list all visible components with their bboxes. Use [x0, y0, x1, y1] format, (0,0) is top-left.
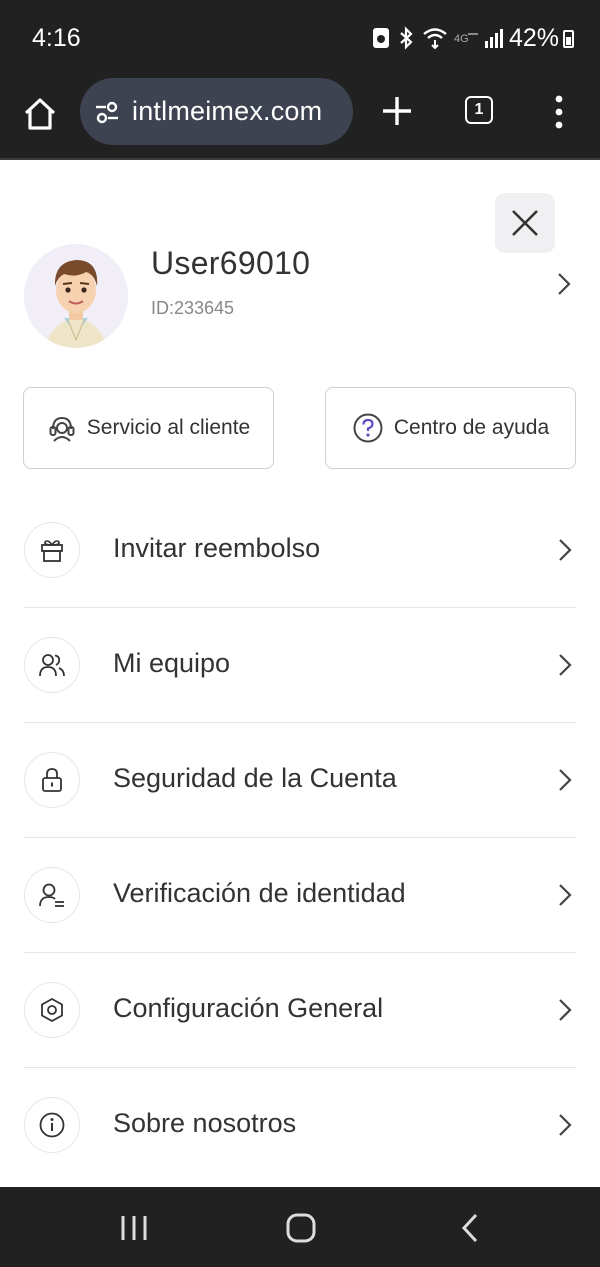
username: User69010 — [151, 245, 311, 281]
icon-circle — [24, 637, 80, 693]
icon-circle — [24, 752, 80, 808]
site-settings-icon[interactable] — [94, 99, 120, 125]
status-bar: 4:16 4G 42% — [0, 0, 600, 78]
headset-icon — [49, 416, 75, 442]
menu-item-label: Sobre nosotros — [113, 1108, 297, 1138]
signal-icon — [485, 29, 503, 48]
status-time: 4:16 — [32, 24, 81, 52]
customer-service-button[interactable]: Servicio al cliente — [23, 387, 274, 469]
chevron-right-icon — [559, 999, 572, 1021]
chevron-right-icon[interactable] — [553, 270, 575, 298]
menu-item-label: Configuración General — [113, 993, 384, 1023]
menu-item-invite-rebate[interactable]: Invitar reembolso — [0, 493, 600, 608]
new-tab-icon[interactable] — [380, 94, 414, 128]
sim-icon — [373, 28, 389, 48]
menu-item-account-security[interactable]: Seguridad de la Cuenta — [0, 723, 600, 838]
chevron-right-icon — [559, 539, 572, 561]
wifi-icon — [423, 28, 447, 50]
customer-service-label: Servicio al cliente — [86, 416, 251, 439]
help-center-label: Centro de ayuda — [393, 416, 550, 439]
settings-hex-icon — [41, 997, 63, 1023]
bluetooth-icon — [400, 26, 413, 50]
close-icon — [512, 210, 538, 236]
avatar-image — [24, 244, 128, 348]
menu-item-my-team[interactable]: Mi equipo — [0, 608, 600, 723]
icon-circle — [24, 867, 80, 923]
menu-item-identity-verification[interactable]: Verificación de identidad — [0, 838, 600, 953]
nav-home-icon[interactable] — [286, 1213, 316, 1243]
icon-circle — [24, 1097, 80, 1153]
battery-status: 42% — [509, 24, 574, 53]
chevron-right-icon — [559, 769, 572, 791]
help-icon — [353, 413, 383, 443]
icon-circle — [24, 522, 80, 578]
back-icon[interactable] — [458, 1213, 482, 1243]
battery-icon — [563, 29, 574, 48]
lte-icon: 4G — [454, 33, 478, 45]
tab-count: 1 — [474, 101, 484, 118]
battery-percent: 42% — [508, 24, 559, 52]
svg-text:4G: 4G — [454, 33, 469, 45]
icon-circle — [24, 982, 80, 1038]
gift-icon — [41, 540, 63, 562]
menu-list: Invitar reembolso Mi equipo Seguridad de… — [0, 493, 600, 1183]
close-button[interactable] — [495, 193, 555, 253]
menu-item-about-us[interactable]: Sobre nosotros — [0, 1068, 600, 1183]
recents-icon[interactable] — [119, 1214, 149, 1242]
info-icon — [39, 1112, 65, 1138]
menu-item-general-settings[interactable]: Configuración General — [0, 953, 600, 1068]
menu-item-label: Mi equipo — [113, 648, 231, 678]
menu-item-label: Verificación de identidad — [113, 878, 406, 908]
tab-switcher-button[interactable]: 1 — [465, 96, 493, 124]
menu-item-label: Seguridad de la Cuenta — [113, 763, 397, 793]
user-verify-icon — [39, 883, 64, 907]
url-text: intlmeimex.com — [132, 96, 323, 126]
home-icon[interactable] — [22, 96, 58, 132]
chevron-right-icon — [559, 654, 572, 676]
lock-icon — [42, 768, 62, 792]
browser-toolbar: intlmeimex.com 1 — [0, 78, 600, 160]
user-id: ID:233645 — [151, 298, 235, 318]
chevron-right-icon — [559, 1114, 572, 1136]
address-bar[interactable]: intlmeimex.com — [80, 78, 353, 145]
more-menu-icon[interactable] — [552, 93, 566, 131]
toolbar-divider — [0, 158, 600, 160]
menu-item-label: Invitar reembolso — [113, 533, 321, 563]
chevron-right-icon — [559, 884, 572, 906]
team-icon — [39, 654, 65, 677]
avatar[interactable] — [24, 244, 128, 348]
help-center-button[interactable]: Centro de ayuda — [325, 387, 576, 469]
status-icons: 4G — [372, 26, 504, 50]
system-nav-bar — [0, 1187, 600, 1267]
